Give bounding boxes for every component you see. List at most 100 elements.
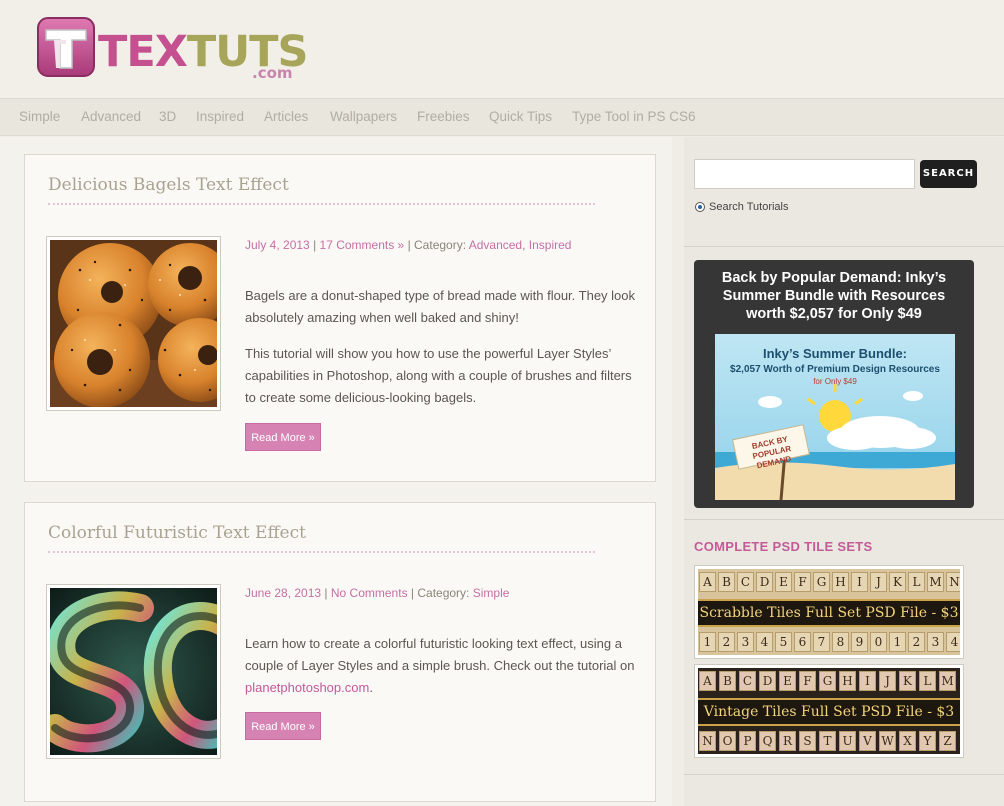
search-button[interactable]: SEARCH (920, 160, 977, 188)
tile-letter: C (739, 671, 756, 691)
planetphotoshop-link[interactable]: planetphotoshop.com (245, 680, 369, 695)
nav-item-wallpapers[interactable]: Wallpapers (330, 109, 397, 124)
read-more-button[interactable]: Read More » (245, 712, 321, 740)
category-label: Category: (417, 586, 470, 600)
tile-letter: Y (919, 731, 936, 751)
post-date[interactable]: June 28, 2013 (245, 586, 321, 600)
tile-letter: L (919, 671, 936, 691)
main-content: Delicious Bagels Text Effect July 4, 201… (0, 137, 672, 806)
tile-letter: M (939, 671, 956, 691)
post-title[interactable]: Delicious Bagels Text Effect (48, 175, 289, 195)
promo-image-price: for Only $49 (813, 377, 857, 386)
tile-letter: M (927, 572, 944, 592)
post-excerpt: This tutorial will show you how to use t… (245, 346, 632, 405)
tile-letter: D (759, 671, 776, 691)
tile-letter: S (799, 731, 816, 751)
bagels-image (50, 240, 217, 407)
post-meta: June 28, 2013 | No Comments | Category: … (245, 586, 510, 600)
tile-number: 8 (832, 632, 849, 652)
nav-item-type-tool[interactable]: Type Tool in PS CS6 (572, 109, 696, 124)
tile-number: 5 (775, 632, 792, 652)
tile-letter: A (699, 572, 716, 592)
tile-number: 7 (813, 632, 830, 652)
category-link-advanced[interactable]: Advanced (469, 238, 522, 252)
tile-letter: X (899, 731, 916, 751)
category-link-inspired[interactable]: Inspired (529, 238, 572, 252)
promo-image-title: Inky’s Summer Bundle: (763, 346, 907, 361)
tile-letter: A (699, 671, 716, 691)
vintage-tiles-image: ABCDEFGHIJKLM Vintage Tiles Full Set PSD… (698, 668, 960, 754)
post-thumbnail[interactable] (46, 584, 221, 759)
tile-number: 2 (908, 632, 925, 652)
promo-image-subtitle: $2,057 Worth of Premium Design Resources (730, 364, 940, 375)
tile-letter: W (879, 731, 896, 751)
tile-letter: Z (939, 731, 956, 751)
scrabble-tiles-band: Scrabble Tiles Full Set PSD File - $3 (698, 599, 960, 627)
post-excerpt: Learn how to create a colorful futuristi… (245, 633, 637, 699)
post-date[interactable]: July 4, 2013 (245, 238, 310, 252)
tile-number: 0 (870, 632, 887, 652)
scrabble-tiles-label: Scrabble Tiles Full Set PSD File - $3 (699, 605, 959, 621)
sidebar-divider (684, 246, 1004, 247)
tile-letter: H (832, 572, 849, 592)
promo-image[interactable]: Inky’s Summer Bundle: $2,057 Worth of Pr… (715, 334, 955, 500)
tile-letter: G (813, 572, 830, 592)
post-card: Colorful Futuristic Text Effect June 28,… (24, 502, 656, 802)
category-link-simple[interactable]: Simple (473, 586, 510, 600)
logo-t-icon (37, 17, 95, 77)
tile-letter: N (699, 731, 716, 751)
post-thumbnail[interactable] (46, 236, 221, 411)
post-excerpt: Bagels are a donut-shaped type of bread … (245, 288, 636, 325)
tile-letter: P (739, 731, 756, 751)
excerpt-text: Learn how to create a colorful futuristi… (245, 636, 635, 673)
tile-letter: J (879, 671, 896, 691)
tile-number: 9 (851, 632, 868, 652)
site-logo[interactable]: TEXTUTS .com (34, 14, 308, 84)
tile-letter: F (799, 671, 816, 691)
vintage-tiles-label: Vintage Tiles Full Set PSD File - $3 (703, 704, 955, 720)
tile-letter: U (839, 731, 856, 751)
nav-item-advanced[interactable]: Advanced (81, 109, 141, 124)
nav-item-quick-tips[interactable]: Quick Tips (489, 109, 552, 124)
nav-item-3d[interactable]: 3D (159, 109, 176, 124)
tile-letter: E (775, 572, 792, 592)
tile-letter: V (859, 731, 876, 751)
nav-item-articles[interactable]: Articles (264, 109, 308, 124)
title-divider (48, 203, 595, 205)
nav-item-inspired[interactable]: Inspired (196, 109, 244, 124)
tile-letter: C (737, 572, 754, 592)
tile-letter: F (794, 572, 811, 592)
vintage-tiles-ad[interactable]: ABCDEFGHIJKLM Vintage Tiles Full Set PSD… (694, 664, 964, 758)
category-label: Category: (414, 238, 467, 252)
tile-letter: R (779, 731, 796, 751)
post-comments-link[interactable]: 17 Comments » (320, 238, 405, 252)
read-more-button[interactable]: Read More » (245, 423, 321, 451)
tile-number: 3 (927, 632, 944, 652)
post-meta: July 4, 2013 | 17 Comments » | Category:… (245, 238, 572, 252)
tile-number: 4 (756, 632, 773, 652)
main-nav: Simple Advanced 3D Inspired Articles Wal… (0, 98, 1004, 136)
post-title[interactable]: Colorful Futuristic Text Effect (48, 523, 306, 543)
excerpt-end: . (369, 680, 373, 695)
nav-item-freebies[interactable]: Freebies (417, 109, 470, 124)
vintage-tiles-band: Vintage Tiles Full Set PSD File - $3 (698, 698, 960, 726)
promo-banner[interactable]: Back by Popular Demand: Inky’s Summer Bu… (694, 260, 974, 508)
promo-title[interactable]: Back by Popular Demand: Inky’s Summer Bu… (702, 269, 966, 323)
scrabble-tiles-ad[interactable]: ABCDEFGHIJKLMN Scrabble Tiles Full Set P… (694, 565, 964, 659)
tile-number: 2 (718, 632, 735, 652)
search-tutorials-radio[interactable] (695, 202, 705, 212)
tile-letter: E (779, 671, 796, 691)
post-card: Delicious Bagels Text Effect July 4, 201… (24, 154, 656, 482)
tile-letter: K (899, 671, 916, 691)
search-input[interactable] (694, 159, 915, 189)
post-comments-link[interactable]: No Comments (331, 586, 408, 600)
tile-letter: I (851, 572, 868, 592)
title-divider (48, 551, 595, 553)
tile-letter: J (870, 572, 887, 592)
nav-item-simple[interactable]: Simple (19, 109, 60, 124)
tile-number: 4 (946, 632, 960, 652)
tile-letter: B (718, 572, 735, 592)
tile-number: 1 (889, 632, 906, 652)
tile-letter: G (819, 671, 836, 691)
tiles-heading: COMPLETE PSD TILE SETS (694, 539, 873, 554)
